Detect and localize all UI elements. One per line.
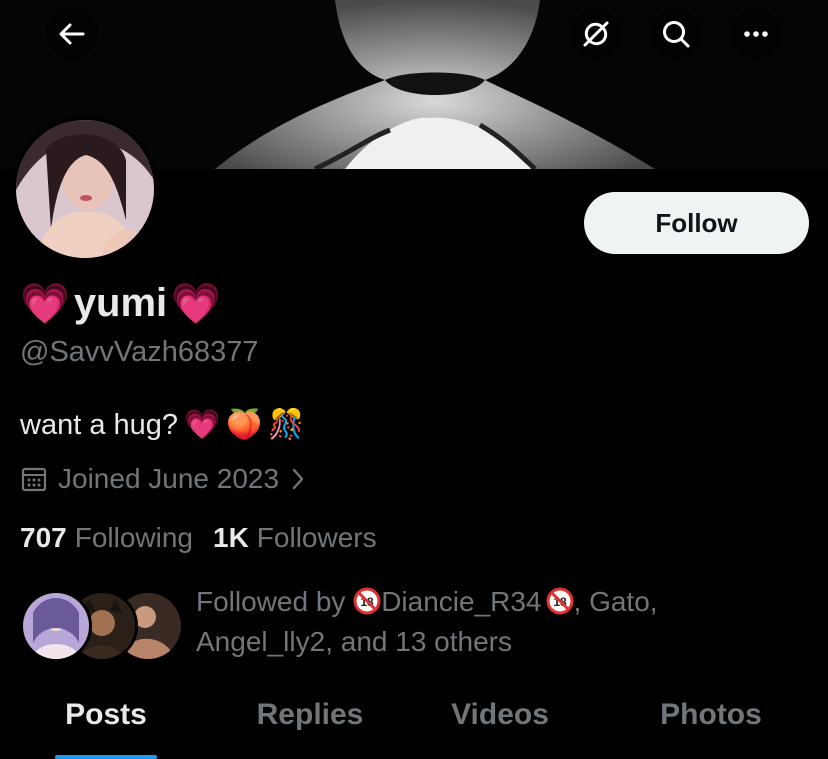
- follower-name-1: Diancie_R34: [381, 586, 542, 617]
- joined-date[interactable]: Joined June 2023: [20, 460, 307, 498]
- following-link[interactable]: 707 Following: [20, 522, 193, 554]
- search-button[interactable]: [650, 8, 702, 60]
- following-label: Following: [74, 522, 193, 553]
- active-tab-indicator: [55, 755, 157, 759]
- profile-bio: want a hug? 💗 🍑 🎊: [20, 403, 304, 447]
- joined-text: Joined June 2023: [58, 463, 280, 494]
- tab-photos[interactable]: Photos: [620, 690, 802, 759]
- no-under-18-icon: 18: [353, 587, 381, 615]
- avatar-image: [16, 120, 154, 258]
- following-count: 707: [20, 522, 67, 553]
- heart-emoji: 💗: [184, 409, 221, 441]
- followers-label: Followers: [256, 522, 377, 553]
- follower-separator: , Gato,: [573, 586, 658, 617]
- user-handle: @SavvVazh68377: [20, 336, 259, 368]
- no-under-18-icon: 18: [546, 587, 574, 615]
- back-button[interactable]: [46, 8, 98, 60]
- followed-by-text[interactable]: Followed by 18 Diancie_R34 18 , Gato, An…: [196, 582, 806, 662]
- chevron-right-icon: [292, 468, 304, 490]
- followers-link[interactable]: 1K Followers: [213, 522, 377, 554]
- followed-by-avatars[interactable]: [20, 590, 184, 662]
- more-button[interactable]: [730, 8, 782, 60]
- display-name: 💗 yumi 💗: [20, 278, 221, 328]
- follower-avatar-1: [20, 590, 92, 662]
- no-sync-icon: [583, 21, 609, 47]
- bio-text: want a hug?: [20, 408, 179, 441]
- display-name-text: yumi: [73, 280, 168, 325]
- profile-tabs: Posts Replies Videos Photos: [0, 690, 828, 759]
- search-icon: [663, 21, 690, 48]
- peach-emoji: 🍑: [226, 409, 263, 441]
- followed-by-line2: Angel_lly2, and 13 others: [196, 626, 512, 657]
- heart-emoji-left: 💗: [20, 281, 70, 326]
- follow-button[interactable]: Follow: [584, 192, 809, 254]
- more-icon: [744, 31, 768, 37]
- followed-by-prefix: Followed by: [196, 586, 346, 617]
- profile-avatar[interactable]: [16, 120, 154, 258]
- confetti-ball-emoji: 🎊: [268, 409, 305, 441]
- heart-emoji-right: 💗: [171, 281, 221, 326]
- follow-stats: 707 Following 1K Followers: [20, 519, 377, 557]
- calendar-icon: [21, 467, 47, 492]
- tab-videos[interactable]: Videos: [410, 690, 590, 759]
- arrow-left-icon: [59, 23, 85, 45]
- tab-posts[interactable]: Posts: [20, 690, 192, 759]
- tab-replies[interactable]: Replies: [220, 690, 400, 759]
- followers-count: 1K: [213, 522, 249, 553]
- no-sync-button[interactable]: [570, 8, 622, 60]
